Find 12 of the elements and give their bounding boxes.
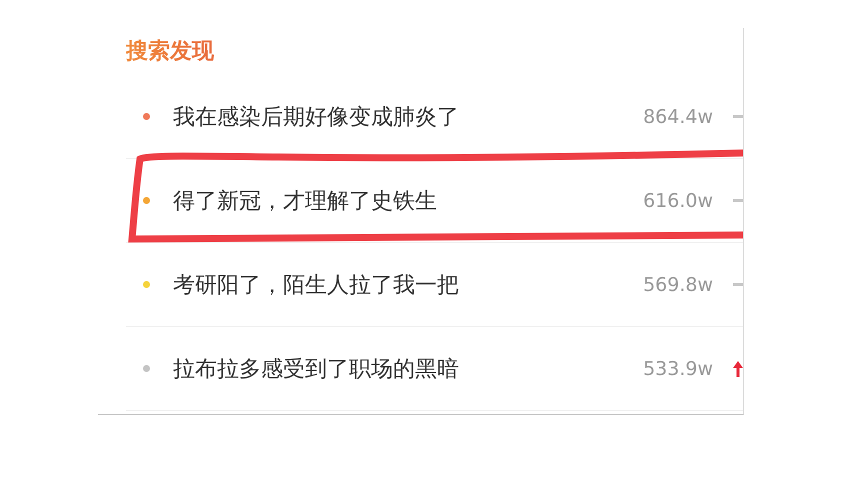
search-term: 我在感染后期好像变成肺炎了 [173, 104, 460, 132]
search-item[interactable]: 我在感染后期好像变成肺炎了 864.4w [126, 75, 743, 159]
search-count: 533.9w [643, 358, 713, 380]
search-count: 864.4w [643, 106, 713, 128]
search-count: 616.0w [643, 190, 713, 212]
search-term: 得了新冠，才理解了史铁生 [173, 188, 438, 216]
search-item[interactable]: 得了新冠，才理解了史铁生 616.0w [126, 159, 743, 243]
search-item[interactable]: 考研阳了，陌生人拉了我一把 569.8w [126, 243, 743, 327]
search-term: 拉布拉多感受到了职场的黑暗 [173, 356, 460, 384]
search-count: 569.8w [643, 274, 713, 296]
search-term: 考研阳了，陌生人拉了我一把 [173, 272, 460, 300]
search-item[interactable]: 拉布拉多感受到了职场的黑暗 533.9w [126, 327, 743, 411]
